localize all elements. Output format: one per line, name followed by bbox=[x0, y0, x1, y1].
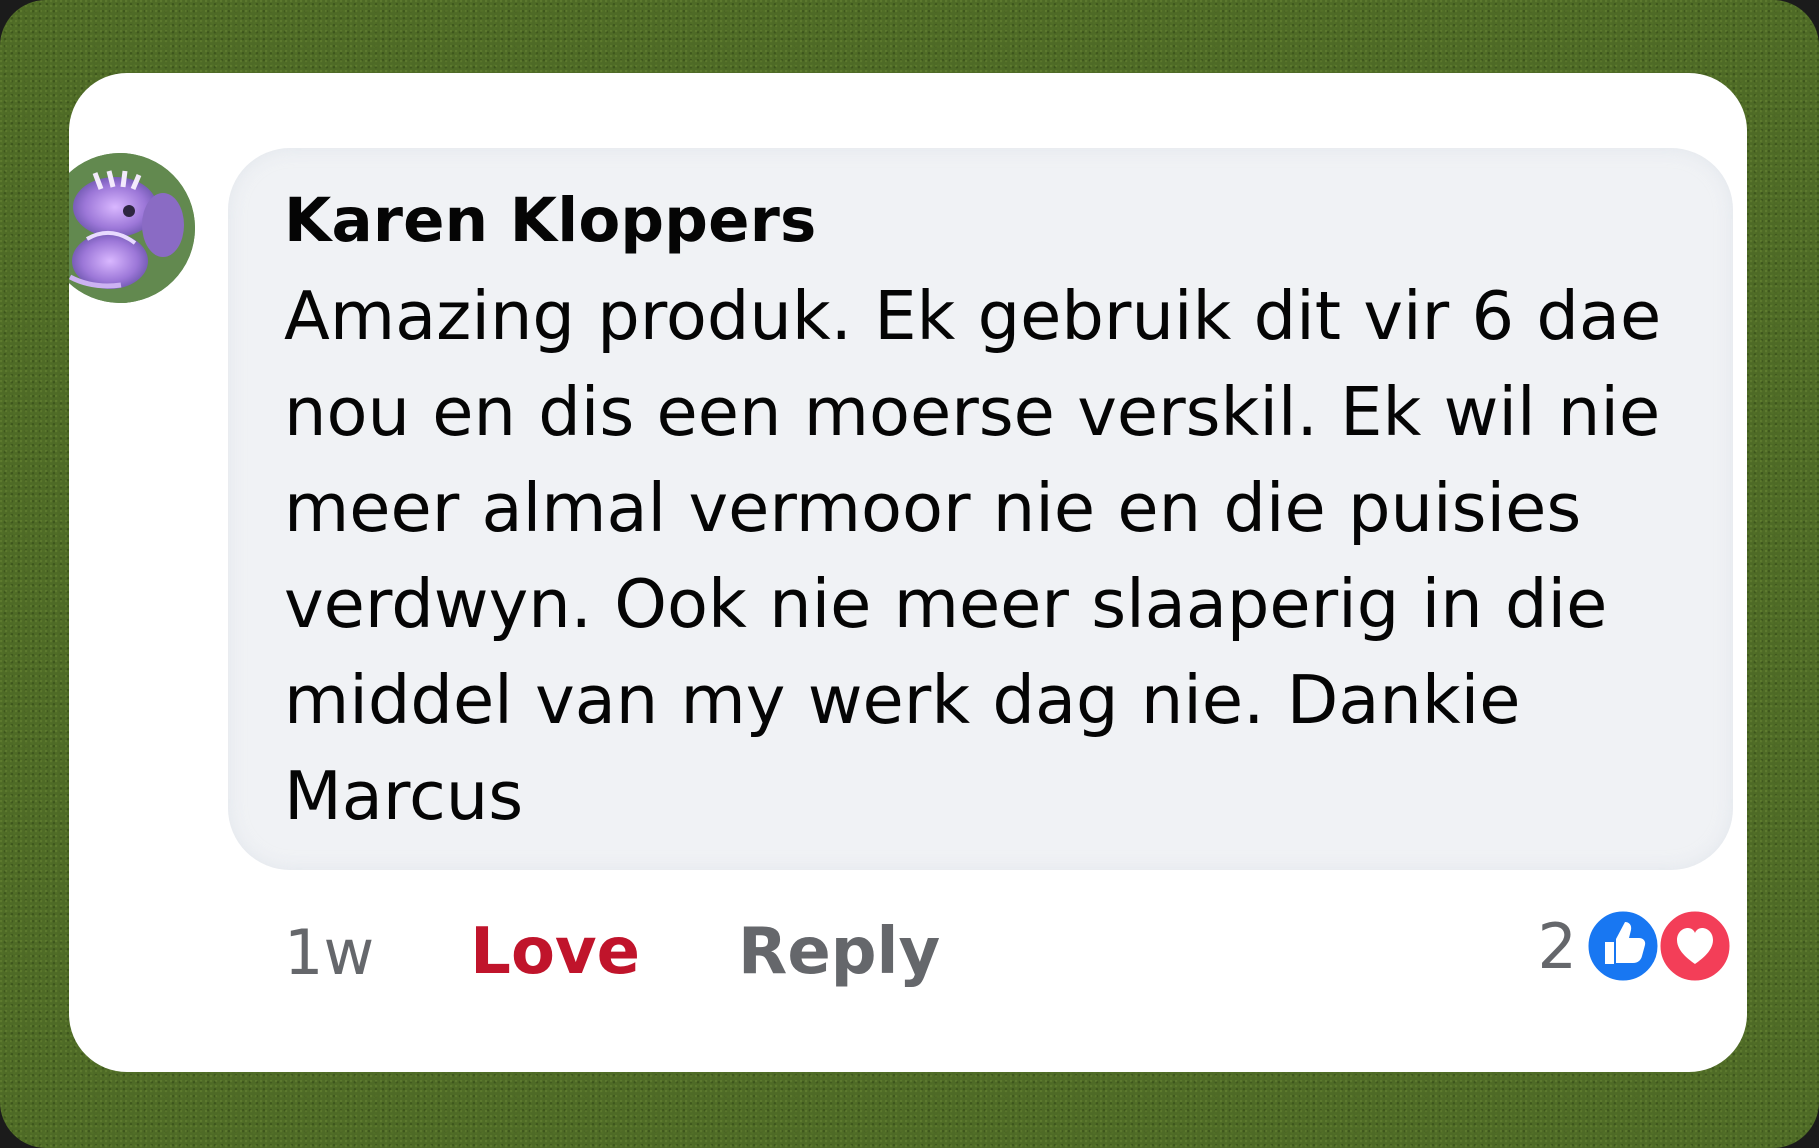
love-button[interactable]: Love bbox=[470, 915, 640, 989]
comment-line: Marcus bbox=[284, 757, 524, 835]
comment-card: Karen Kloppers Amazing produk. Ek gebrui… bbox=[69, 73, 1747, 1072]
comment-actions: 1w Love Reply bbox=[284, 907, 940, 997]
reaction-count[interactable]: 2 bbox=[1538, 910, 1577, 983]
comment-line: Amazing produk. Ek gebruik dit vir 6 dae bbox=[284, 277, 1662, 355]
comment-text: Amazing produk. Ek gebruik dit vir 6 dae… bbox=[284, 268, 1704, 844]
love-icon bbox=[1657, 908, 1733, 984]
comment-author[interactable]: Karen Kloppers bbox=[284, 185, 817, 256]
comment-time[interactable]: 1w bbox=[284, 916, 374, 989]
comment-line: middel van my werk dag nie. Dankie bbox=[284, 661, 1521, 739]
avatar-image bbox=[69, 153, 195, 303]
comment-line: verdwyn. Ook nie meer slaaperig in die bbox=[284, 565, 1608, 643]
reply-button[interactable]: Reply bbox=[738, 915, 940, 989]
avatar[interactable] bbox=[69, 153, 195, 303]
screenshot-frame: Karen Kloppers Amazing produk. Ek gebrui… bbox=[0, 0, 1819, 1148]
reaction-summary[interactable]: 2 bbox=[1538, 901, 1733, 991]
comment-line: meer almal vermoor nie en die puisies bbox=[284, 469, 1582, 547]
like-icon bbox=[1585, 908, 1661, 984]
comment-line: nou en dis een moerse verskil. Ek wil ni… bbox=[284, 373, 1661, 451]
